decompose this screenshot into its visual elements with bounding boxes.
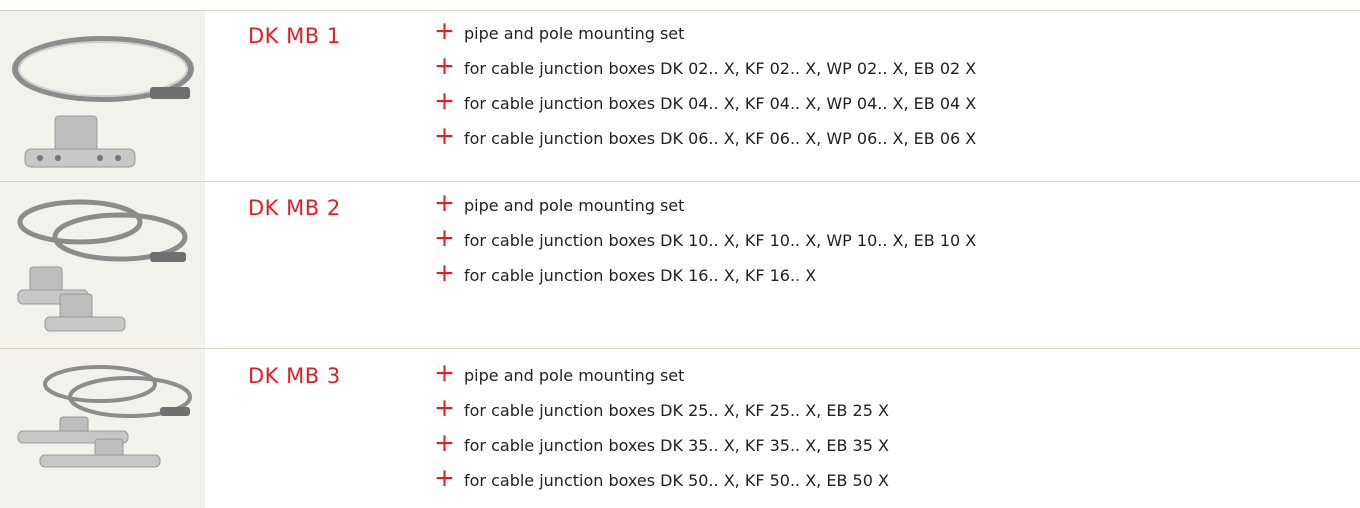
plus-icon: + <box>434 393 455 422</box>
plus-icon: + <box>434 428 455 457</box>
product-model-dk-mb-2: DK MB 2 <box>248 196 341 220</box>
list-item: + for cable junction boxes DK 50.. X, KF … <box>434 463 889 492</box>
list-item: + for cable junction boxes DK 04.. X, KF … <box>434 86 977 115</box>
list-item: + for cable junction boxes DK 02.. X, KF … <box>434 51 977 80</box>
list-item: + for cable junction boxes DK 06.. X, KF … <box>434 121 977 150</box>
product-image-dk-mb-1 <box>0 11 205 181</box>
plus-icon: + <box>434 358 455 387</box>
pipe-clamp-icon <box>17 365 192 468</box>
product-image-dk-mb-2 <box>0 182 205 348</box>
feature-list-dk-mb-3: + pipe and pole mounting set + for cable j… <box>434 358 889 498</box>
list-item: + pipe and pole mounting set <box>434 358 685 387</box>
plus-icon: + <box>434 188 455 217</box>
feature-list-dk-mb-1: + pipe and pole mounting set + for cable j… <box>434 16 976 156</box>
plus-icon: + <box>434 463 455 492</box>
feature-list-dk-mb-2: + pipe and pole mounting set + for cable j… <box>434 188 976 293</box>
plus-icon: + <box>434 51 455 80</box>
plus-icon: + <box>434 121 455 150</box>
list-item: + for cable junction boxes DK 16.. X, KF … <box>434 258 817 287</box>
plus-icon: + <box>434 86 455 115</box>
pipe-clamp-icon <box>12 36 194 168</box>
product-model-dk-mb-1: DK MB 1 <box>248 24 341 48</box>
list-item: + for cable junction boxes DK 35.. X, KF … <box>434 428 889 457</box>
product-model-dk-mb-3: DK MB 3 <box>248 364 341 388</box>
list-item: + pipe and pole mounting set <box>434 16 685 45</box>
plus-icon: + <box>434 258 455 287</box>
list-item: + for cable junction boxes DK 25.. X, KF … <box>434 393 889 422</box>
plus-icon: + <box>434 16 455 45</box>
plus-icon: + <box>434 223 455 252</box>
pipe-clamp-icon <box>17 199 188 332</box>
product-image-dk-mb-3 <box>0 349 205 508</box>
list-item: + for cable junction boxes DK 10.. X, KF … <box>434 223 977 252</box>
list-item: + pipe and pole mounting set <box>434 188 685 217</box>
